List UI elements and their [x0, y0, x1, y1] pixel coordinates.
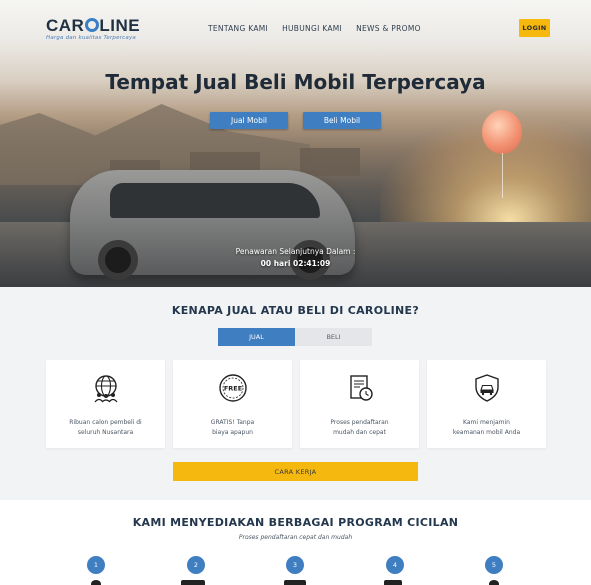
document-clock-icon — [350, 375, 373, 401]
globe-people-icon — [94, 375, 118, 403]
step-badge: 3 — [286, 556, 304, 574]
sell-car-button[interactable]: Jual Mobil — [210, 112, 288, 129]
svg-text:FREE: FREE — [224, 385, 242, 393]
nav-tentang-kami[interactable]: TENTANG KAMI — [208, 24, 268, 33]
countdown-timer: 00 hari 02:41:09 — [260, 259, 331, 268]
benefit-text: GRATIS! Tanpa biaya apapun — [210, 419, 255, 436]
tab-beli[interactable]: BELI — [295, 328, 372, 346]
why-title: KENAPA JUAL ATAU BELI DI CAROLINE? — [171, 304, 420, 317]
caroline-logo[interactable]: CAR LINE Harga dan kualitas Terpercaya — [46, 16, 140, 41]
benefit-text: Proses pendaftaran mudah dan cepat — [330, 419, 389, 436]
benefit-card: Ribuan calon pembeli di seluruh Nusantar… — [46, 360, 165, 448]
benefit-text: Ribuan calon pembeli di seluruh Nusantar… — [69, 419, 142, 436]
shield-car-icon — [475, 374, 499, 402]
tab-bar: JUAL BELI — [218, 328, 372, 346]
program-title: KAMI MENYEDIAKAN BERBAGAI PROGRAM CICILA… — [132, 516, 459, 529]
top-navbar: CAR LINE Harga dan kualitas Terpercaya TE… — [0, 0, 591, 55]
main-menu: TENTANG KAMI HUBUNGI KAMI NEWS & PROMO — [208, 24, 435, 33]
benefit-card: FREE GRATIS! Tanpa biaya apapun — [173, 360, 292, 448]
free-badge-icon: FREE — [219, 374, 247, 402]
login-button[interactable]: LOGIN — [519, 19, 550, 37]
car-window — [110, 183, 320, 218]
program-subtitle: Proses pendaftaran cepat dan mudah — [238, 534, 353, 541]
laptop-icon — [284, 580, 306, 585]
car-key-icon — [489, 580, 499, 585]
buy-car-button[interactable]: Beli Mobil — [303, 112, 381, 129]
handshake-icon — [384, 580, 402, 585]
step-badge: 2 — [187, 556, 205, 574]
monitor-icon — [181, 580, 205, 585]
balloon-string — [502, 153, 503, 198]
step-badge: 4 — [386, 556, 404, 574]
logo-tagline: Harga dan kualitas Terpercaya — [46, 35, 136, 41]
balloon-image — [482, 110, 522, 154]
step-badge: 5 — [485, 556, 503, 574]
how-it-works-button[interactable]: CARA KERJA — [173, 462, 418, 481]
logo-ring-icon — [84, 18, 99, 32]
next-offer-label: Penawaran Selanjutnya Dalam : — [235, 247, 356, 256]
benefit-text: Kami menjamin keamanan mobil Anda — [452, 419, 521, 436]
nav-hubungi-kami[interactable]: HUBUNGI KAMI — [282, 24, 342, 33]
nav-news-promo[interactable]: NEWS & PROMO — [356, 24, 421, 33]
hero-banner: CAR LINE Harga dan kualitas Terpercaya TE… — [0, 0, 591, 287]
benefit-card: Proses pendaftaran mudah dan cepat — [300, 360, 419, 448]
house-shape — [300, 148, 360, 176]
tab-jual[interactable]: JUAL — [218, 328, 295, 346]
person-icon — [91, 580, 101, 585]
logo-wordmark: CAR LINE — [46, 16, 141, 35]
benefit-card: Kami menjamin keamanan mobil Anda — [427, 360, 546, 448]
installment-section: KAMI MENYEDIAKAN BERBAGAI PROGRAM CICILA… — [0, 500, 591, 585]
step-badge: 1 — [87, 556, 105, 574]
hero-title: Tempat Jual Beli Mobil Terpercaya — [105, 70, 486, 94]
why-section: KENAPA JUAL ATAU BELI DI CAROLINE? JUAL … — [0, 287, 591, 500]
